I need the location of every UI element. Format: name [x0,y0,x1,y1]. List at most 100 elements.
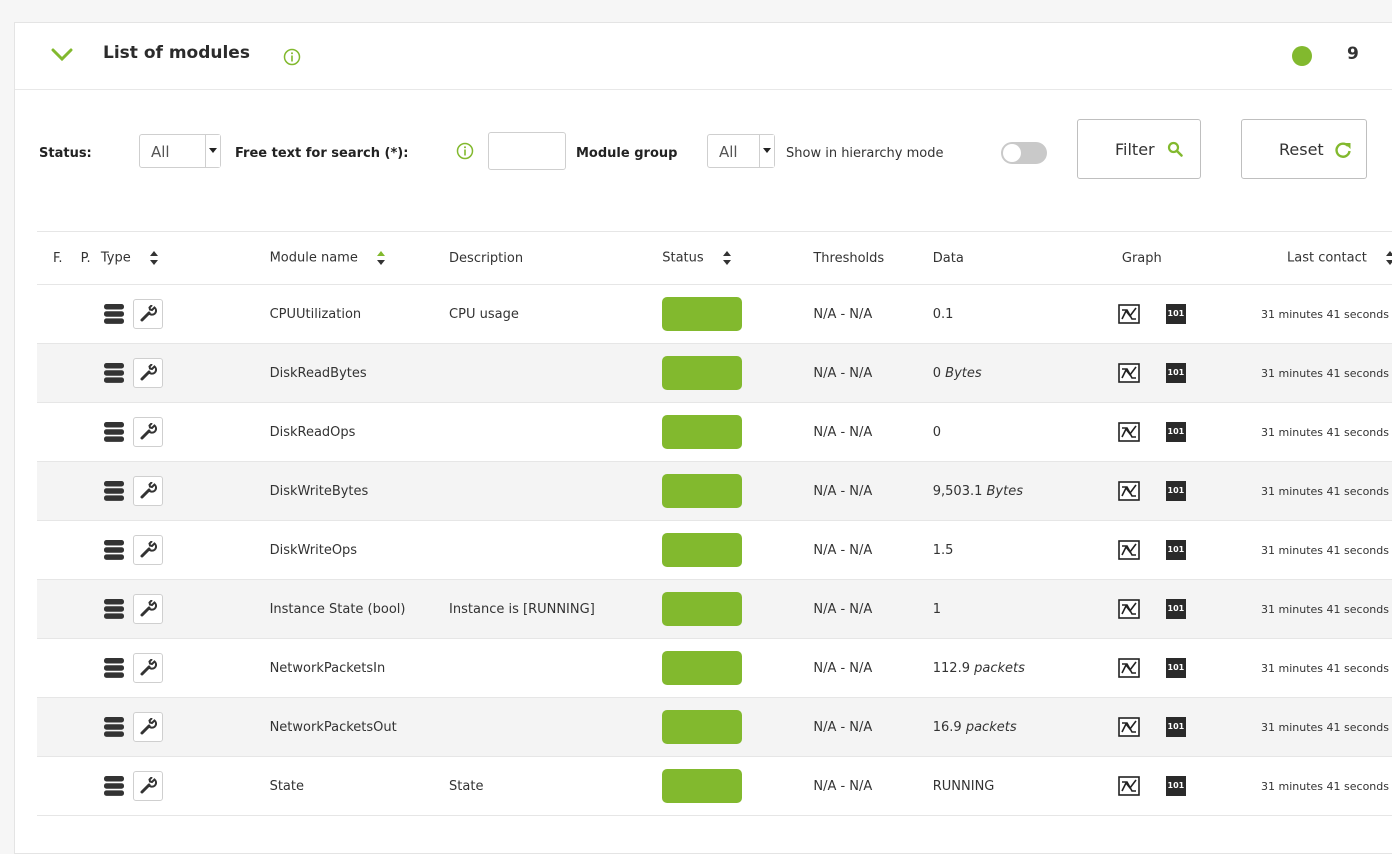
table-row[interactable]: DiskWriteOps N/A - N/A 1.5 101 31 minutes 4… [37,520,1392,580]
cell-data: 1 [932,579,1096,639]
cell-status [662,697,814,757]
sort-icon[interactable] [1385,250,1392,266]
table-row[interactable]: NetworkPacketsIn N/A - N/A 112.9 packets 10… [37,638,1392,698]
graph-icon[interactable] [1118,422,1140,442]
graph-icon[interactable] [1118,658,1140,678]
module-type-button[interactable] [132,299,163,329]
cell-type [100,520,270,580]
module-type-button[interactable] [132,417,163,447]
graph-icon[interactable] [1118,481,1140,501]
data-unit: packets [974,660,1025,676]
filter-button[interactable]: Filter [1077,119,1201,179]
data-unit: packets [965,719,1017,735]
reset-button[interactable]: Reset [1241,119,1367,179]
status-indicator [662,533,743,567]
module-type-button[interactable] [132,358,163,388]
column-module-name[interactable]: Module name [269,231,450,285]
graph-icon[interactable] [1118,363,1140,383]
cell-flags [37,697,101,757]
cell-data: 0 [932,402,1096,462]
data-value: 0.1 [932,306,954,322]
table-row[interactable]: State State N/A - N/A RUNNING 101 31 minutes… [37,756,1392,816]
cell-data: 1.5 [932,520,1096,580]
cell-thresholds: N/A - N/A [813,520,933,580]
column-last-contact-label: Last contact [1286,250,1367,266]
raw-data-icon[interactable]: 101 [1165,540,1186,560]
info-icon[interactable] [283,48,301,66]
column-graph-label: Graph [1121,250,1162,266]
raw-data-icon[interactable]: 101 [1165,776,1186,796]
column-status[interactable]: Status [662,231,814,285]
search-input[interactable] [488,132,566,170]
cell-module-name[interactable]: DiskWriteOps [269,520,450,580]
cell-last-contact: 31 minutes 41 seconds [1253,520,1392,580]
graph-icon[interactable] [1118,304,1140,324]
chevron-down-icon[interactable] [51,47,73,63]
status-indicator [662,651,743,685]
sort-icon[interactable] [149,250,159,266]
raw-data-icon[interactable]: 101 [1165,717,1186,737]
graph-icon[interactable] [1118,540,1140,560]
column-type[interactable]: Type [100,231,270,285]
cell-description: Instance is [RUNNING] [449,579,663,639]
cell-graph: 101 [1095,697,1254,757]
module-type-button[interactable] [132,653,163,683]
graph-icon[interactable] [1118,599,1140,619]
table-row[interactable]: Instance State (bool) Instance is [RUNNIN… [37,579,1392,639]
data-value: 0 [932,365,942,381]
raw-data-icon[interactable]: 101 [1165,599,1186,619]
cell-data: 0.1 [932,284,1096,344]
sort-icon[interactable] [722,250,732,266]
cell-data: 16.9 packets [932,697,1096,757]
table-row[interactable]: DiskReadBytes N/A - N/A 0 Bytes 101 31 minut… [37,343,1392,403]
module-type-button[interactable] [132,535,163,565]
column-last-contact[interactable]: Last contact [1253,231,1392,285]
cell-module-name[interactable]: CPUUtilization [269,284,450,344]
cell-module-name[interactable]: NetworkPacketsOut [269,697,450,757]
data-value: 1.5 [932,542,954,558]
table-row[interactable]: NetworkPacketsOut N/A - N/A 16.9 packets 10… [37,697,1392,757]
table-header-row: F. P. Type Module name Description Statu… [37,231,1392,285]
raw-data-icon[interactable]: 101 [1165,481,1186,501]
cell-module-name[interactable]: Instance State (bool) [269,579,450,639]
raw-data-icon[interactable]: 101 [1165,658,1186,678]
cell-module-name[interactable]: DiskReadBytes [269,343,450,403]
raw-data-icon[interactable]: 101 [1165,363,1186,383]
cell-description [449,461,663,521]
dropdown-arrow-icon[interactable] [205,135,220,167]
raw-data-icon[interactable]: 101 [1165,422,1186,442]
graph-icon[interactable] [1118,776,1140,796]
modules-table: F. P. Type Module name Description Statu… [37,231,1392,816]
module-group-label: Module group [576,146,678,161]
table-row[interactable]: DiskWriteBytes N/A - N/A 9,503.1 Bytes 101 3… [37,461,1392,521]
refresh-icon [1335,142,1351,158]
cell-graph: 101 [1095,638,1254,698]
wrench-icon [140,600,157,617]
module-group-select[interactable]: All [707,134,775,168]
module-type-button[interactable] [132,771,163,801]
module-type-button[interactable] [132,712,163,742]
hierarchy-mode-toggle[interactable] [1001,142,1047,164]
column-description: Description [449,231,663,285]
cell-data: 0 Bytes [932,343,1096,403]
cell-module-name[interactable]: State [269,756,450,816]
cell-module-name[interactable]: DiskWriteBytes [269,461,450,521]
cell-module-name[interactable]: DiskReadOps [269,402,450,462]
raw-data-icon[interactable]: 101 [1165,304,1186,324]
module-type-button[interactable] [132,594,163,624]
wrench-icon [140,364,157,381]
cell-data: RUNNING [932,756,1096,816]
cell-flags [37,638,101,698]
module-type-button[interactable] [132,476,163,506]
cell-flags [37,284,101,344]
database-icon [103,481,124,501]
status-select[interactable]: All [139,134,221,168]
table-row[interactable]: CPUUtilization CPU usage N/A - N/A 0.1 101 3… [37,284,1392,344]
graph-icon[interactable] [1118,717,1140,737]
dropdown-arrow-icon[interactable] [759,135,774,167]
cell-module-name[interactable]: NetworkPacketsIn [269,638,450,698]
database-icon [103,304,124,324]
table-row[interactable]: DiskReadOps N/A - N/A 0 101 31 minutes 41 s… [37,402,1392,462]
sort-asc-icon[interactable] [376,250,386,266]
info-icon[interactable] [456,142,474,160]
